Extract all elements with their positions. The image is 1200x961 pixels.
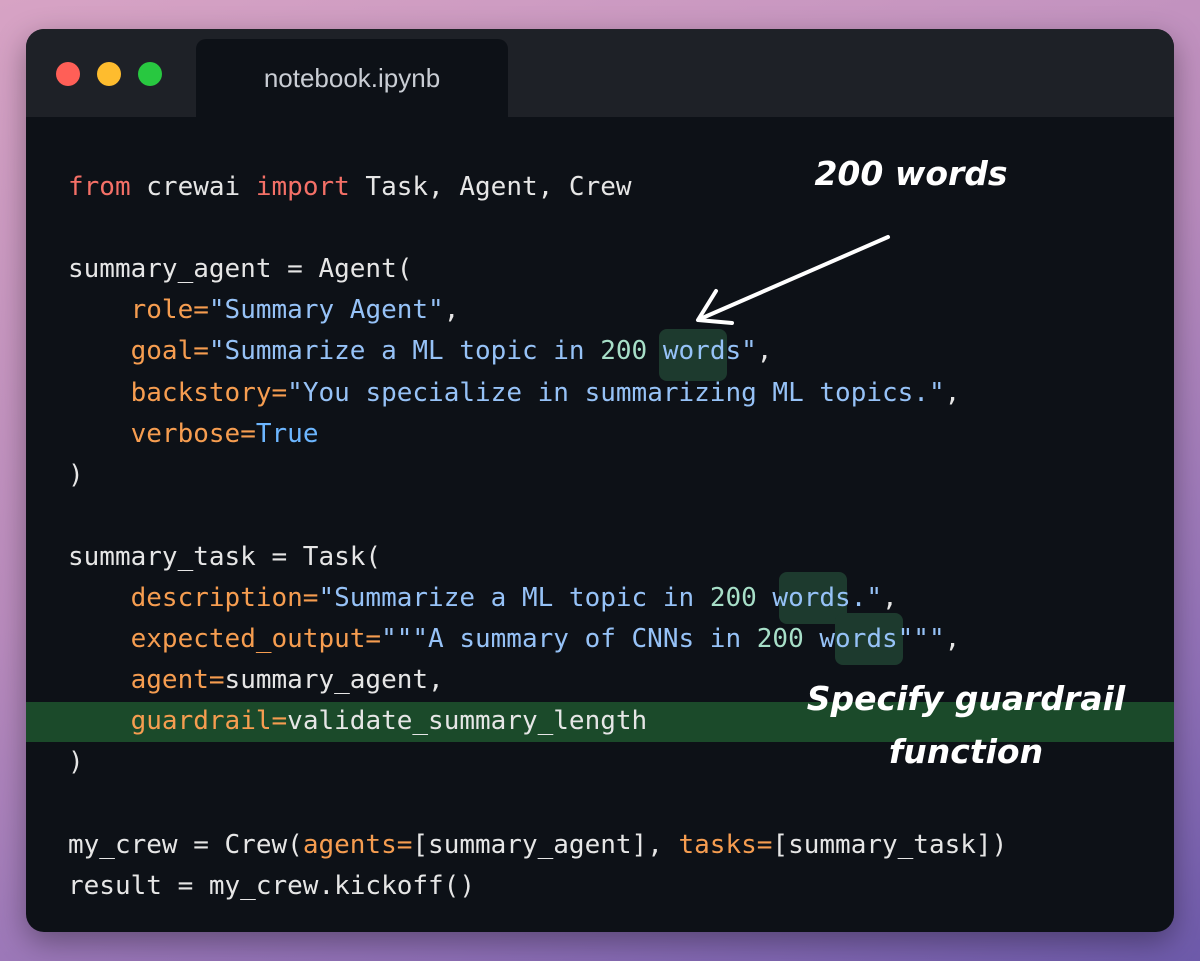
parameter-token: agent=	[130, 665, 225, 696]
string-token: words."	[756, 583, 883, 613]
code-token: Task, Agent, Crew	[349, 172, 632, 202]
code-line: )	[68, 742, 84, 783]
code-token: summary_agent,	[224, 665, 444, 696]
code-token: [summary_task])	[772, 829, 1008, 860]
code-line: summary_task = Task(	[68, 537, 381, 578]
title-bar: notebook.ipynb	[26, 29, 1174, 117]
code-line: summary_agent = Agent(	[68, 249, 412, 290]
parameter-token: agents=	[302, 829, 413, 860]
arrow-icon	[696, 235, 890, 325]
parameter-token: description=	[130, 583, 319, 613]
code-line: role="Summary Agent",	[68, 290, 460, 331]
code-line: expected_output="""A summary of CNNs in …	[68, 619, 961, 660]
maximize-window-button[interactable]	[138, 62, 162, 86]
parameter-token: tasks=	[678, 829, 773, 860]
minimize-window-button[interactable]	[97, 62, 121, 86]
code-token: ,	[756, 336, 773, 367]
code-token: my_crew = Crew(	[68, 829, 303, 860]
guardrail-annotation-line1: Specify guardrail	[806, 679, 1126, 718]
code-token: [summary_agent],	[412, 829, 679, 860]
code-line: verbose=True	[68, 414, 319, 455]
string-token: words"""	[803, 624, 945, 655]
code-token: ,	[443, 295, 460, 326]
code-token: )	[68, 747, 84, 778]
string-token: "Summary Agent"	[208, 295, 444, 326]
code-token: ,	[944, 624, 961, 655]
code-line: my_crew = Crew(agents=[summary_agent], t…	[68, 825, 1007, 866]
code-token: summary_task = Task(	[68, 541, 382, 572]
parameter-token: verbose=	[130, 418, 256, 449]
code-line: goal="Summarize a ML topic in 200 words"…	[68, 331, 773, 372]
parameter-token: backstory=	[130, 377, 288, 408]
code-line: from crewai import Task, Agent, Crew	[68, 167, 632, 208]
string-token: words"	[647, 336, 757, 367]
string-token: "Summarize a ML topic in	[208, 336, 601, 367]
words-annotation: 200 words	[814, 154, 1008, 193]
tab-label: notebook.ipynb	[263, 62, 441, 93]
string-token: "Summarize a ML topic in	[318, 583, 710, 613]
close-window-button[interactable]	[56, 62, 80, 86]
code-token: crewai	[130, 172, 256, 202]
keyword-token: from	[68, 172, 131, 202]
code-line: backstory="You specialize in summarizing…	[68, 373, 961, 414]
string-token: "You specialize in summarizing ML topics…	[287, 377, 945, 408]
parameter-token: role=	[130, 295, 209, 326]
editor-window: notebook.ipynb from crewai import Task, …	[26, 29, 1174, 932]
code-token: ,	[944, 377, 961, 408]
tab-notebook[interactable]: notebook.ipynb	[196, 39, 508, 117]
code-line: agent=summary_agent,	[68, 660, 444, 701]
number-token: 200	[756, 624, 804, 655]
string-token: """A summary of CNNs in	[381, 624, 757, 655]
code-token: ,	[882, 583, 898, 613]
keyword-token: import	[255, 172, 350, 202]
guardrail-annotation-line2: function	[888, 732, 1044, 771]
boolean-token: True	[255, 418, 319, 449]
code-line: result = my_crew.kickoff()	[68, 866, 475, 907]
code-token: validate_summary_length	[287, 706, 648, 737]
code-token: result = my_crew.kickoff()	[68, 870, 475, 901]
code-token: )	[68, 459, 84, 490]
code-token: summary_agent = Agent(	[68, 254, 413, 285]
code-line: guardrail=validate_summary_length	[68, 701, 648, 742]
number-token: 200	[709, 583, 757, 613]
parameter-token: goal=	[130, 336, 209, 367]
parameter-token: guardrail=	[130, 706, 288, 737]
code-line: description="Summarize a ML topic in 200…	[68, 578, 898, 619]
number-token: 200	[600, 336, 648, 367]
parameter-token: expected_output=	[130, 624, 382, 655]
code-line: )	[68, 455, 84, 496]
